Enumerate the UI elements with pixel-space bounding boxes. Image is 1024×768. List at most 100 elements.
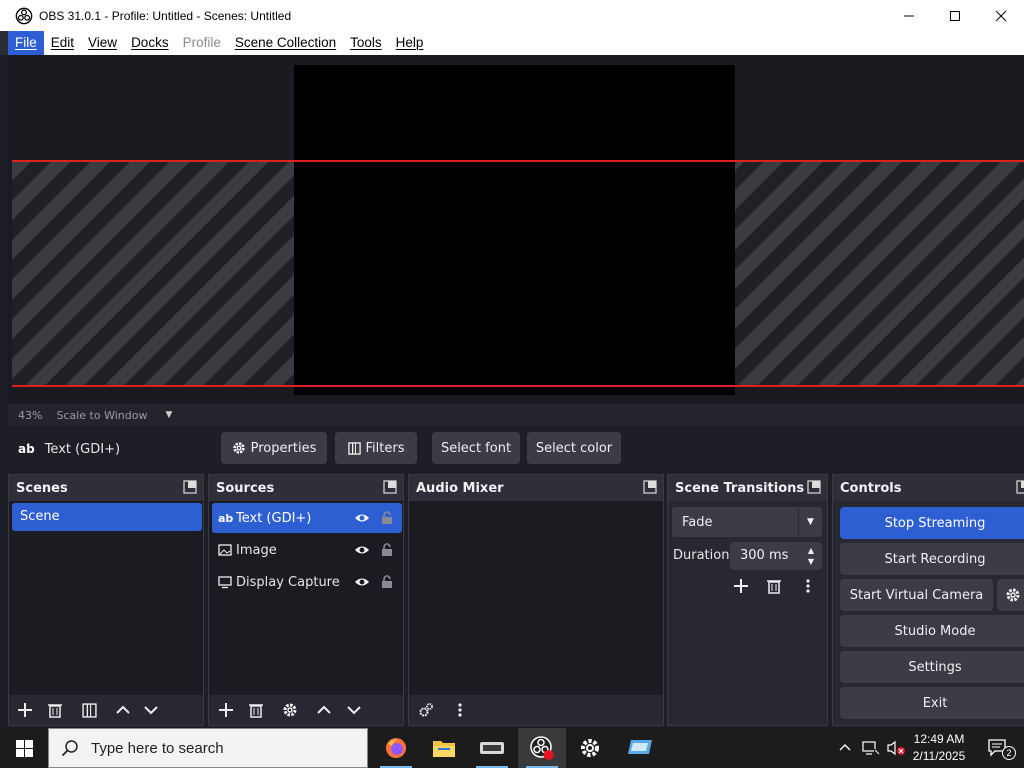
menu-bar: File Edit View Docks Profile Scene Colle… xyxy=(0,31,1024,55)
duration-stepper[interactable]: ▲ ▼ xyxy=(800,542,822,570)
add-scene-button[interactable] xyxy=(12,697,38,723)
add-transition-button[interactable] xyxy=(728,573,754,599)
undock-icon[interactable] xyxy=(807,480,821,494)
filter-icon xyxy=(81,702,97,718)
video-device-icon xyxy=(480,742,504,754)
lock-icon[interactable] xyxy=(380,543,394,557)
taskbar-media-app[interactable] xyxy=(468,728,516,768)
select-color-button[interactable]: Select color xyxy=(527,432,621,464)
audio-mixer-dock-header: Audio Mixer xyxy=(409,475,663,501)
notification-center-button[interactable]: 2 xyxy=(980,728,1016,768)
maximize-button[interactable] xyxy=(932,0,978,31)
network-icon[interactable] xyxy=(862,740,880,756)
taskbar-obs[interactable] xyxy=(518,728,566,768)
selection-bound-bottom[interactable] xyxy=(12,385,1024,387)
lock-icon[interactable] xyxy=(380,511,394,525)
menu-help[interactable]: Help xyxy=(389,31,431,55)
add-source-button[interactable] xyxy=(213,697,239,723)
chevron-down-icon[interactable]: ▼ xyxy=(808,556,814,567)
start-virtual-camera-button[interactable]: Start Virtual Camera xyxy=(840,579,993,611)
sources-dock: Sources ab Text (GDI+) Image Display Cap… xyxy=(208,474,404,726)
menu-view[interactable]: View xyxy=(81,31,124,55)
menu-profile[interactable]: Profile xyxy=(176,31,228,55)
advanced-audio-button[interactable] xyxy=(413,697,439,723)
speaker-muted-icon[interactable] xyxy=(886,740,906,756)
minimize-button[interactable] xyxy=(886,0,932,31)
eye-icon[interactable] xyxy=(354,574,370,590)
menu-scene-collection[interactable]: Scene Collection xyxy=(228,31,343,55)
settings-button[interactable]: Settings xyxy=(840,651,1024,683)
start-button[interactable] xyxy=(0,728,48,768)
scenes-toolbar xyxy=(9,695,203,725)
chevron-up-icon[interactable]: ▲ xyxy=(808,545,814,556)
menu-tools[interactable]: Tools xyxy=(343,31,389,55)
virtual-camera-settings-button[interactable] xyxy=(997,579,1024,611)
plus-icon xyxy=(18,703,32,717)
eye-icon[interactable] xyxy=(354,510,370,526)
filters-label: Filters xyxy=(365,440,405,456)
undock-icon[interactable] xyxy=(643,480,657,494)
start-recording-label: Start Recording xyxy=(884,551,986,567)
chevron-down-icon[interactable]: ▼ xyxy=(165,410,172,420)
scenes-dock: Scenes Scene xyxy=(8,474,204,726)
chevron-down-icon xyxy=(144,706,158,715)
chevron-up-icon[interactable] xyxy=(838,741,852,755)
taskbar-firefox[interactable] xyxy=(372,728,420,768)
remote-desktop-icon xyxy=(628,740,652,754)
folder-icon xyxy=(433,741,455,757)
transition-menu-button[interactable] xyxy=(795,573,821,599)
undock-icon[interactable] xyxy=(383,480,397,494)
eye-icon[interactable] xyxy=(354,542,370,558)
move-source-down-button[interactable] xyxy=(341,697,367,723)
notification-count: 2 xyxy=(1002,746,1016,760)
undock-icon[interactable] xyxy=(183,480,197,494)
source-item-text[interactable]: ab Text (GDI+) xyxy=(212,503,402,533)
menu-file[interactable]: File xyxy=(8,31,44,55)
move-scene-down-button[interactable] xyxy=(138,697,164,723)
source-properties-button[interactable] xyxy=(277,697,303,723)
move-source-up-button[interactable] xyxy=(311,697,337,723)
taskbar-file-explorer[interactable] xyxy=(420,728,468,768)
close-button[interactable] xyxy=(978,0,1024,31)
stop-streaming-label: Stop Streaming xyxy=(884,515,986,531)
remove-scene-button[interactable] xyxy=(42,697,68,723)
chevron-down-icon[interactable]: ▼ xyxy=(798,507,822,537)
scene-filters-button[interactable] xyxy=(76,697,102,723)
preview-canvas[interactable] xyxy=(8,55,1024,404)
zoom-mode[interactable]: Scale to Window xyxy=(56,409,147,422)
exit-button[interactable]: Exit xyxy=(840,687,1024,719)
filter-icon xyxy=(347,441,361,455)
source-item-display-capture[interactable]: Display Capture xyxy=(212,567,402,597)
properties-button[interactable]: Properties xyxy=(221,432,327,464)
duration-input[interactable]: 300 ms ▲ ▼ xyxy=(730,542,822,570)
controls-dock: Controls Stop Streaming Start Recording … xyxy=(832,474,1024,726)
transition-select[interactable]: Fade ▼ xyxy=(672,507,822,537)
taskbar-settings[interactable] xyxy=(566,728,614,768)
taskbar-remote-app[interactable] xyxy=(616,728,664,768)
source-name: Image xyxy=(236,542,277,558)
selection-bound-top[interactable] xyxy=(12,160,1024,162)
taskbar-clock[interactable]: 12:49 AM 2/11/2025 xyxy=(906,731,972,765)
studio-mode-button[interactable]: Studio Mode xyxy=(840,615,1024,647)
properties-label: Properties xyxy=(250,440,317,456)
source-item-image[interactable]: Image xyxy=(212,535,402,565)
gears-icon xyxy=(419,703,433,717)
mixer-menu-button[interactable] xyxy=(447,697,473,723)
trash-icon xyxy=(48,704,62,718)
start-recording-button[interactable]: Start Recording xyxy=(840,543,1024,575)
system-tray xyxy=(838,728,906,768)
taskbar-search[interactable]: Type here to search xyxy=(48,728,368,768)
menu-edit[interactable]: Edit xyxy=(44,31,81,55)
lock-icon[interactable] xyxy=(380,575,394,589)
scene-item[interactable]: Scene xyxy=(12,503,202,531)
select-font-button[interactable]: Select font xyxy=(432,432,520,464)
zoom-level: 43% xyxy=(18,408,43,422)
title-bar: OBS 31.0.1 - Profile: Untitled - Scenes:… xyxy=(0,0,1024,31)
move-scene-up-button[interactable] xyxy=(110,697,136,723)
filters-button[interactable]: Filters xyxy=(335,432,417,464)
remove-transition-button[interactable] xyxy=(761,573,787,599)
remove-source-button[interactable] xyxy=(243,697,269,723)
stop-streaming-button[interactable]: Stop Streaming xyxy=(840,507,1024,539)
undock-icon[interactable] xyxy=(1016,480,1024,494)
menu-docks[interactable]: Docks xyxy=(124,31,176,55)
